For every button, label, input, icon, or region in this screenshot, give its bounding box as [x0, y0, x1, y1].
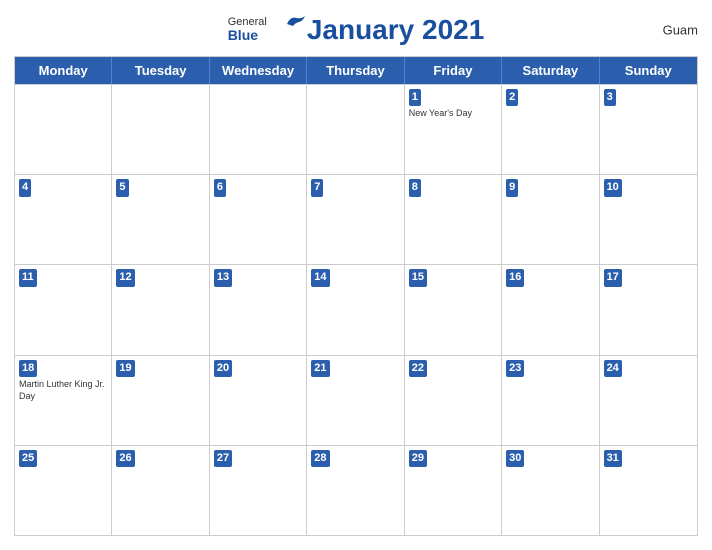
- day-cell: 1 New Year's Day: [405, 85, 502, 174]
- day-cell: 26: [112, 446, 209, 535]
- day-cell: 7: [307, 175, 404, 264]
- day-cell: 9: [502, 175, 599, 264]
- day-number: 14: [311, 269, 329, 286]
- day-cell: 14: [307, 265, 404, 354]
- week-row-3: 11 12 13 14 15 16 17: [15, 264, 697, 354]
- logo-bird-icon: [285, 14, 307, 28]
- day-cell: 15: [405, 265, 502, 354]
- day-cell: 21: [307, 356, 404, 445]
- day-cell: 6: [210, 175, 307, 264]
- day-cell: [210, 85, 307, 174]
- day-cell: 10: [600, 175, 697, 264]
- day-number: 10: [604, 179, 622, 196]
- day-header-wednesday: Wednesday: [210, 57, 307, 84]
- logo: General Blue: [228, 16, 307, 43]
- day-cell: 13: [210, 265, 307, 354]
- day-cell: 17: [600, 265, 697, 354]
- calendar-title: January 2021: [307, 14, 484, 46]
- day-cell: 24: [600, 356, 697, 445]
- day-cell: 28: [307, 446, 404, 535]
- day-number: 8: [409, 179, 421, 196]
- day-number: 27: [214, 450, 232, 467]
- day-number: 2: [506, 89, 518, 106]
- day-cell: 18 Martin Luther King Jr. Day: [15, 356, 112, 445]
- day-number: 29: [409, 450, 427, 467]
- day-header-friday: Friday: [405, 57, 502, 84]
- day-cell: 5: [112, 175, 209, 264]
- day-number: 23: [506, 360, 524, 377]
- day-cell: [15, 85, 112, 174]
- day-number: 26: [116, 450, 134, 467]
- day-cell: 3: [600, 85, 697, 174]
- day-header-saturday: Saturday: [502, 57, 599, 84]
- day-number: 25: [19, 450, 37, 467]
- day-header-monday: Monday: [15, 57, 112, 84]
- day-cell: 22: [405, 356, 502, 445]
- day-header-thursday: Thursday: [307, 57, 404, 84]
- day-number: 11: [19, 269, 37, 286]
- day-cell: 29: [405, 446, 502, 535]
- week-row-1: 1 New Year's Day 2 3: [15, 84, 697, 174]
- day-number: 1: [409, 89, 421, 106]
- day-number: 4: [19, 179, 31, 196]
- day-number: 24: [604, 360, 622, 377]
- region-label: Guam: [663, 23, 698, 38]
- calendar-wrapper: General Blue January 2021 Guam MondayTue…: [0, 0, 712, 550]
- week-row-5: 25 26 27 28 29 30 31: [15, 445, 697, 535]
- day-cell: 31: [600, 446, 697, 535]
- day-number: 17: [604, 269, 622, 286]
- day-number: 20: [214, 360, 232, 377]
- day-number: 9: [506, 179, 518, 196]
- logo-blue-text: Blue: [228, 28, 267, 43]
- day-cell: 20: [210, 356, 307, 445]
- day-number: 12: [116, 269, 134, 286]
- day-number: 18: [19, 360, 37, 377]
- day-cell: 27: [210, 446, 307, 535]
- day-number: 6: [214, 179, 226, 196]
- day-number: 21: [311, 360, 329, 377]
- day-cell: [112, 85, 209, 174]
- day-number: 30: [506, 450, 524, 467]
- day-number: 3: [604, 89, 616, 106]
- day-header-tuesday: Tuesday: [112, 57, 209, 84]
- day-number: 16: [506, 269, 524, 286]
- day-number: 31: [604, 450, 622, 467]
- day-cell: 30: [502, 446, 599, 535]
- day-header-sunday: Sunday: [600, 57, 697, 84]
- day-cell: 12: [112, 265, 209, 354]
- week-row-4: 18 Martin Luther King Jr. Day 19 20 21 22 23 24: [15, 355, 697, 445]
- day-cell: 25: [15, 446, 112, 535]
- day-cell: 11: [15, 265, 112, 354]
- day-number: 7: [311, 179, 323, 196]
- day-cell: [307, 85, 404, 174]
- day-cell: 4: [15, 175, 112, 264]
- day-number: 13: [214, 269, 232, 286]
- day-cell: 23: [502, 356, 599, 445]
- day-number: 19: [116, 360, 134, 377]
- week-row-2: 4 5 6 7 8 9 10: [15, 174, 697, 264]
- day-cell: 16: [502, 265, 599, 354]
- day-number: 5: [116, 179, 128, 196]
- day-number: 22: [409, 360, 427, 377]
- holiday-label: Martin Luther King Jr. Day: [19, 379, 107, 402]
- day-headers-row: MondayTuesdayWednesdayThursdayFridaySatu…: [15, 57, 697, 84]
- day-number: 28: [311, 450, 329, 467]
- day-cell: 8: [405, 175, 502, 264]
- holiday-label: New Year's Day: [409, 108, 497, 120]
- weeks-container: 1New Year's Day2345678910111213141516171…: [15, 84, 697, 535]
- day-cell: 19: [112, 356, 209, 445]
- calendar-grid: MondayTuesdayWednesdayThursdayFridaySatu…: [14, 56, 698, 536]
- calendar-header: General Blue January 2021 Guam: [14, 10, 698, 50]
- day-cell: 2: [502, 85, 599, 174]
- day-number: 15: [409, 269, 427, 286]
